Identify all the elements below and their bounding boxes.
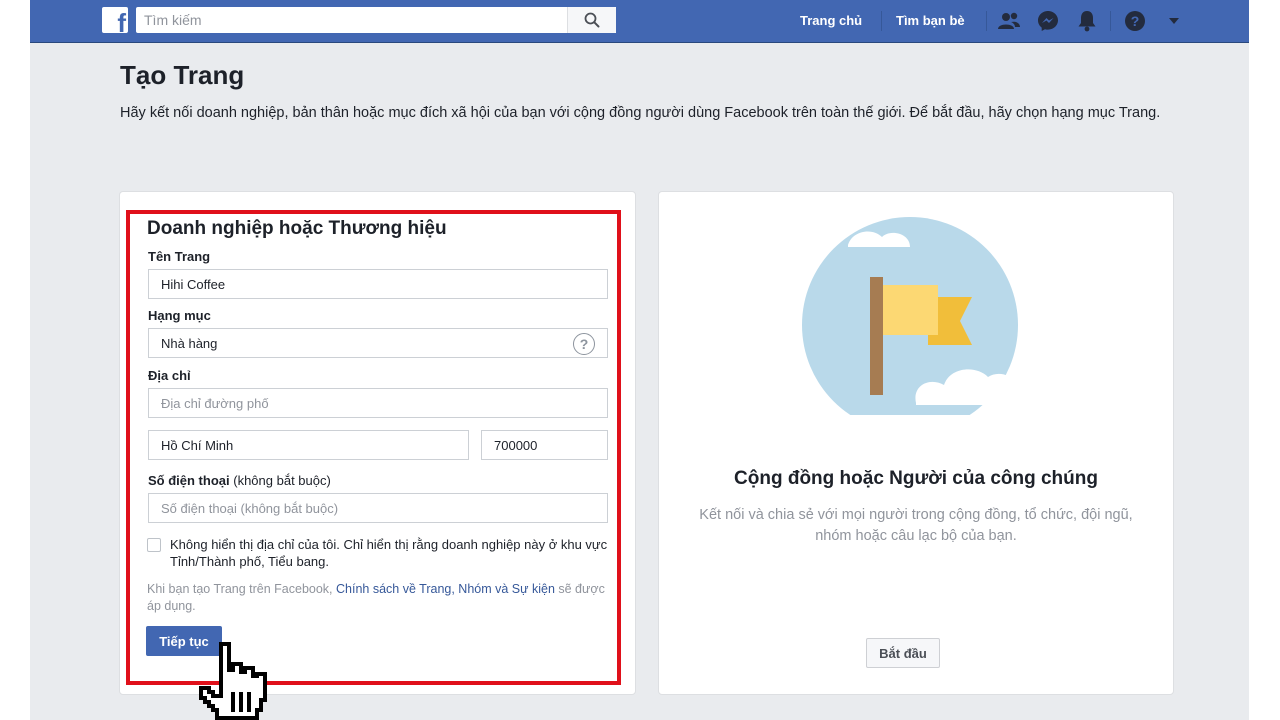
messenger-icon[interactable] [1035, 8, 1061, 34]
community-card-description: Kết nối và chia sẻ với mọi người trong c… [699, 507, 1133, 544]
help-icon[interactable]: ? [1122, 8, 1148, 34]
address-label: Địa chỉ [148, 368, 191, 383]
nav-home-link[interactable]: Trang chủ [800, 13, 862, 28]
phone-input[interactable] [148, 493, 608, 523]
svg-text:?: ? [1131, 13, 1140, 29]
hand-cursor-icon [199, 642, 267, 720]
community-card-title: Cộng đồng hoặc Người của công chúng [734, 468, 1098, 489]
start-button[interactable]: Bắt đầu [866, 638, 940, 668]
search-button[interactable] [567, 7, 616, 33]
business-card-title: Doanh nghiệp hoặc Thương hiệu [147, 218, 447, 239]
page-description: Hãy kết nối doanh nghiệp, bản thân hoặc … [120, 105, 1161, 121]
nav-separator [1110, 11, 1111, 31]
hide-address-checkbox[interactable] [147, 538, 161, 552]
page-name-input[interactable] [148, 269, 608, 299]
policy-prefix: Khi bạn tạo Trang trên Facebook, [147, 582, 337, 596]
facebook-logo-icon[interactable]: f [102, 7, 128, 33]
flag-illustration-icon [802, 217, 1019, 415]
hide-address-label: Không hiển thị địa chỉ của tôi. Chỉ hiển… [170, 537, 608, 569]
phone-label-text: Số điện thoại [148, 473, 230, 488]
friends-icon[interactable] [996, 8, 1022, 34]
category-input[interactable] [148, 328, 608, 358]
street-address-input[interactable] [148, 388, 608, 418]
category-help-icon[interactable]: ? [573, 333, 595, 355]
category-label: Hạng mục [148, 308, 211, 323]
policy-notice: Khi bạn tạo Trang trên Facebook, Chính s… [147, 581, 607, 615]
nav-separator [881, 11, 882, 31]
nav-separator [986, 11, 987, 31]
notifications-icon[interactable] [1074, 8, 1100, 34]
search-icon [584, 12, 600, 28]
top-navigation-bar: f Trang chủ Tìm bạn bè ? [30, 0, 1249, 43]
phone-label: Số điện thoại (không bắt buộc) [148, 473, 331, 488]
page-title: Tạo Trang [120, 60, 245, 90]
city-input[interactable] [148, 430, 469, 460]
logo-letter: f [117, 8, 126, 33]
policy-link[interactable]: Chính sách về Trang, Nhóm và Sự kiện [336, 582, 555, 596]
phone-label-optional: (không bắt buộc) [233, 473, 331, 488]
search-input[interactable] [136, 7, 616, 33]
zip-code-input[interactable] [481, 430, 608, 460]
page-name-label: Tên Trang [148, 249, 211, 264]
nav-find-friends-link[interactable]: Tìm bạn bè [896, 13, 965, 28]
dropdown-arrow-icon[interactable] [1161, 8, 1187, 34]
